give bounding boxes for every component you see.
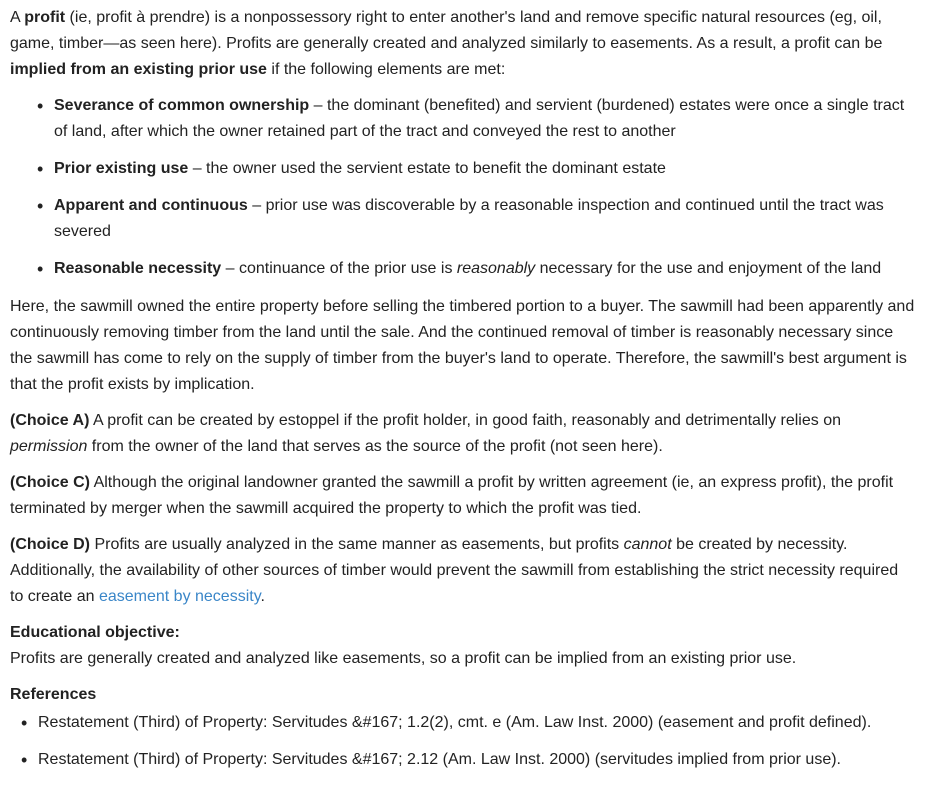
choice-label: (Choice D): [10, 536, 90, 553]
references-list: Restatement (Third) of Property: Servitu…: [10, 710, 915, 773]
elements-list: Severance of common ownership – the domi…: [10, 93, 915, 282]
reference-item: Restatement (Third) of Property: Servitu…: [21, 747, 915, 773]
choice-text: from the owner of the land that serves a…: [87, 438, 663, 455]
list-item: Reasonable necessity – continuance of th…: [37, 256, 915, 282]
reference-item: Restatement (Third) of Property: Servitu…: [21, 710, 915, 736]
choice-emphasis: permission: [10, 438, 88, 455]
objective-text: Profits are generally created and analyz…: [10, 650, 797, 667]
list-item: Severance of common ownership – the domi…: [37, 93, 915, 145]
choice-label: (Choice C): [10, 474, 90, 491]
element-desc: – the owner used the servient estate to …: [188, 160, 666, 177]
intro-paragraph: A profit (ie, profit à prendre) is a non…: [10, 5, 915, 83]
choice-text: A profit can be created by estoppel if t…: [89, 412, 841, 429]
references-section: References Restatement (Third) of Proper…: [10, 682, 915, 773]
choice-c-explanation: (Choice C) Although the original landown…: [10, 470, 915, 522]
profit-term: profit: [24, 9, 66, 26]
intro-text: A: [10, 9, 25, 26]
element-desc-emphasis: reasonably: [456, 260, 536, 277]
analysis-paragraph: Here, the sawmill owned the entire prope…: [10, 298, 915, 393]
choice-label: (Choice A): [10, 412, 90, 429]
element-term: Severance of common ownership: [54, 97, 310, 114]
choice-a-explanation: (Choice A) A profit can be created by es…: [10, 408, 915, 460]
implied-term: implied from an existing prior use: [10, 61, 267, 78]
objective-title: Educational objective:: [10, 624, 180, 641]
element-term: Reasonable necessity: [54, 260, 222, 277]
intro-text: if the following elements are met:: [266, 61, 506, 78]
list-item: Prior existing use – the owner used the …: [37, 156, 915, 182]
educational-objective: Educational objective: Profits are gener…: [10, 620, 915, 672]
choice-d-explanation: (Choice D) Profits are usually analyzed …: [10, 532, 915, 610]
element-desc: necessary for the use and enjoyment of t…: [535, 260, 882, 277]
easement-by-necessity-link[interactable]: easement by necessity: [99, 588, 261, 605]
element-term: Apparent and continuous: [54, 197, 248, 214]
choice-text: Profits are usually analyzed in the same…: [90, 536, 624, 553]
choice-emphasis: cannot: [623, 536, 672, 553]
intro-text: (ie, profit à prendre) is a nonpossessor…: [10, 9, 883, 52]
references-title: References: [10, 686, 97, 703]
explanation-page: A profit (ie, profit à prendre) is a non…: [0, 0, 927, 773]
element-term: Prior existing use: [54, 160, 189, 177]
choice-text: Although the original landowner granted …: [10, 474, 894, 517]
element-desc: – continuance of the prior use is: [221, 260, 457, 277]
choice-text: .: [260, 588, 265, 605]
list-item: Apparent and continuous – prior use was …: [37, 193, 915, 245]
